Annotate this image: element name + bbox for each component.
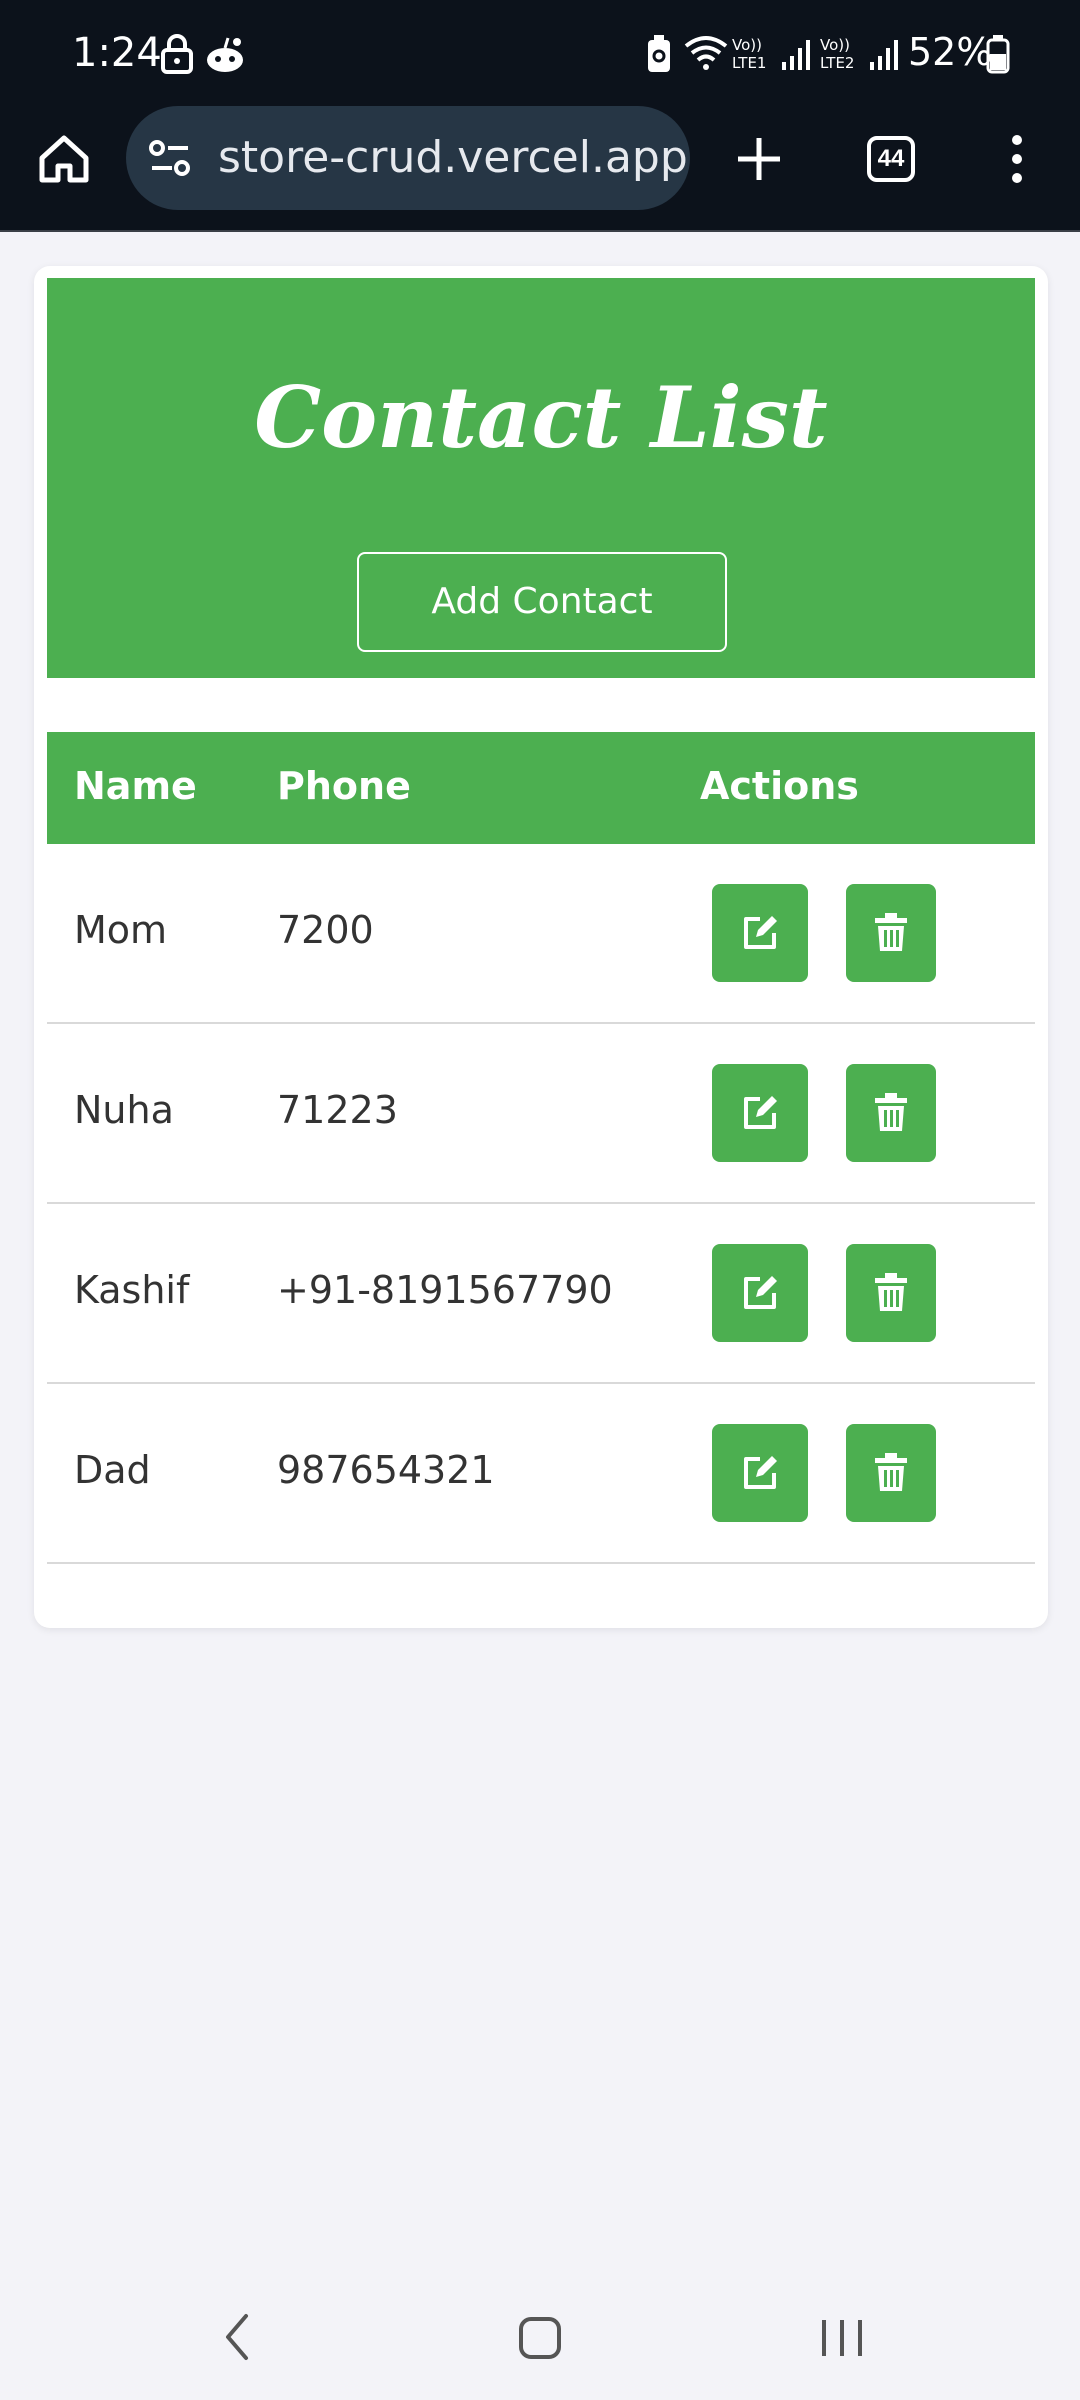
add-contact-button[interactable]: Add Contact [357,552,727,652]
browser-toolbar: store-crud.vercel.app 44 [0,106,1080,232]
page-title: Contact List [254,368,828,467]
trash-icon [875,1273,907,1311]
table-row: Mom 7200 [47,844,1035,1024]
delete-button[interactable] [846,1064,936,1162]
trash-icon [875,1093,907,1131]
address-bar[interactable]: store-crud.vercel.app [126,106,690,210]
contact-name: Dad [74,1448,151,1492]
tabs-icon[interactable]: 44 [867,136,915,182]
column-header-actions: Actions [700,764,859,808]
column-header-phone: Phone [277,764,411,808]
home-nav-icon[interactable] [518,2316,562,2365]
site-settings-icon[interactable] [148,138,192,183]
edit-button[interactable] [712,884,808,982]
table-row: Nuha 71223 [47,1024,1035,1204]
system-nav-bar [0,2270,1080,2400]
table-row: Kashif +91-8191567790 [47,1204,1035,1384]
edit-button[interactable] [712,1244,808,1342]
wifi-icon [684,34,728,79]
svg-text:LTE2: LTE2 [820,54,854,72]
lock-icon [160,34,194,79]
edit-icon [744,1276,777,1309]
edit-icon [744,1096,777,1129]
edit-button[interactable] [712,1424,808,1522]
status-time: 1:24 [72,30,162,76]
edit-button[interactable] [712,1064,808,1162]
delete-button[interactable] [846,884,936,982]
delete-button[interactable] [846,1244,936,1342]
lte1-signal-icon: Vo)) LTE1 [730,34,812,79]
contact-phone: +91-8191567790 [277,1268,613,1312]
edit-icon [744,1456,777,1489]
battery-icon [986,34,1010,79]
svg-text:Vo)): Vo)) [820,36,850,54]
home-icon[interactable] [38,134,90,189]
battery-percent: 52% [908,30,993,74]
edit-icon [744,916,777,949]
delete-button[interactable] [846,1424,936,1522]
contact-name: Kashif [74,1268,190,1312]
back-icon[interactable] [222,2312,252,2367]
svg-text:Vo)): Vo)) [732,36,762,54]
url-text[interactable]: store-crud.vercel.app [218,132,688,183]
recents-icon[interactable] [820,2318,864,2363]
contact-card: Contact List Add Contact Name Phone Acti… [34,266,1048,1628]
battery-saver-icon [646,34,672,79]
contact-phone: 7200 [277,908,374,952]
contact-name: Mom [74,908,168,952]
status-bar: 1:24 Vo)) LTE1 Vo)) LTE2 52% [0,0,1080,106]
trash-icon [875,913,907,951]
new-tab-icon[interactable] [736,136,782,187]
page-header: Contact List Add Contact [47,278,1035,678]
reddit-icon [204,34,246,79]
column-header-name: Name [74,764,197,808]
svg-text:LTE1: LTE1 [732,54,766,72]
contact-phone: 71223 [277,1088,398,1132]
trash-icon [875,1453,907,1491]
table-row: Dad 987654321 [47,1384,1035,1564]
contact-phone: 987654321 [277,1448,495,1492]
contact-name: Nuha [74,1088,174,1132]
lte2-signal-icon: Vo)) LTE2 [818,34,900,79]
table-header: Name Phone Actions [47,732,1035,844]
menu-icon[interactable] [1010,134,1024,189]
